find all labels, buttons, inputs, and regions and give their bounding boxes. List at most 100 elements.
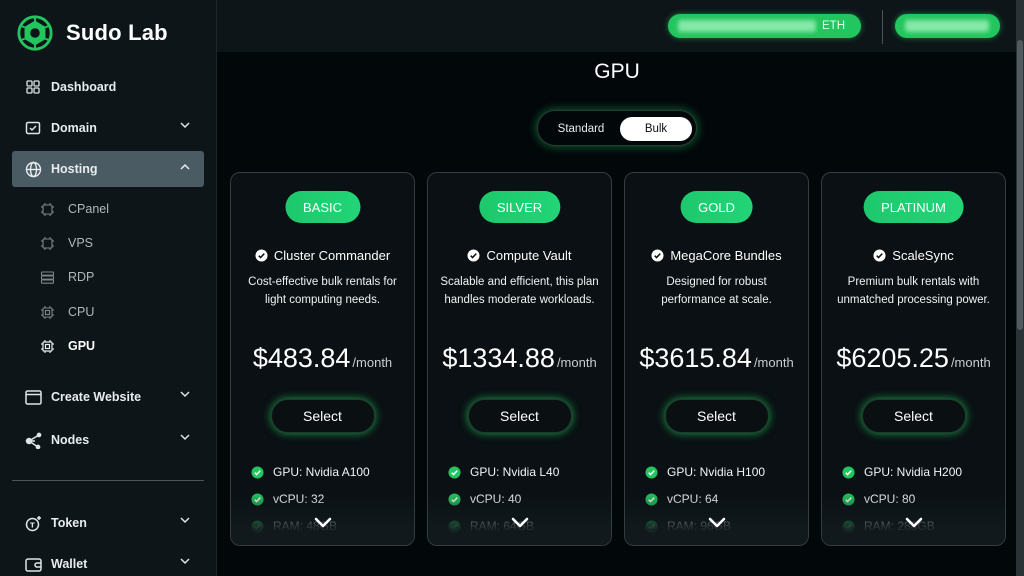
chevron-down-icon [180,434,190,441]
sidebar-item-dashboard[interactable]: Dashboard [12,69,204,105]
chevron-down-icon [180,517,190,524]
check-circle-icon [251,465,264,479]
plan-price: $6205.25/month [822,343,1005,374]
toggle-option-standard[interactable]: Standard [546,117,616,141]
chevron-down-icon[interactable] [314,517,332,529]
feature-item: GPU: Nvidia A100 [251,465,370,479]
plan-name-row: ScaleSync [822,248,1005,263]
sidebar-item-wallet[interactable]: Wallet [12,546,204,576]
plan-description: Premium bulk rentals with unmatched proc… [837,276,990,306]
sidebar: Sudo Lab Dashboard Domain Hosting CPanel… [0,0,217,576]
feature-item: GPU: Nvidia L40 [448,465,559,479]
page-title: GPU [594,60,640,83]
wallet-icon [24,555,42,573]
price-period: /month [753,355,794,370]
sidebar-subitem-label: VPS [68,236,94,250]
select-button[interactable]: Select [270,399,375,433]
check-circle-icon [842,465,855,479]
domain-check-icon [24,119,42,137]
chip-icon [41,236,54,250]
balance-value-redacted [678,20,816,32]
feature-item: GPU: Nvidia H200 [842,465,962,479]
check-circle-icon [448,465,461,479]
sidebar-item-domain[interactable]: Domain [12,110,204,146]
sidebar-divider [12,480,204,481]
sidebar-subitem-label: GPU [68,339,96,353]
price-period: /month [556,355,597,370]
plan-price: $483.84/month [231,343,414,374]
chevron-down-icon[interactable] [511,517,529,529]
price-amount: $6205.25 [836,343,949,373]
wallet-address-pill[interactable] [895,14,1000,38]
sidebar-subitem-label: RDP [68,270,95,284]
server-icon [40,270,55,284]
plan-name-row: MegaCore Bundles [625,248,808,263]
price-period: /month [352,355,393,370]
toggle-option-bulk[interactable]: Bulk [620,117,692,141]
chevron-down-icon[interactable] [905,517,923,529]
plan-name-row: Compute Vault [428,248,611,263]
chevron-down-icon [180,391,190,398]
sidebar-item-label: Domain [51,121,97,135]
verified-badge-icon [651,249,664,262]
grid-icon [24,78,42,96]
topbar-separator [882,10,883,44]
sidebar-item-label: Create Website [51,390,142,404]
select-button[interactable]: Select [664,399,769,433]
tier-badge: PLATINUM [863,191,964,223]
plan-card-gold: GOLD MegaCore Bundles Designed for robus… [624,172,809,546]
sidebar-item-create-website[interactable]: Create Website [12,379,204,415]
price-amount: $3615.84 [639,343,752,373]
feature-label: GPU: Nvidia H200 [864,465,963,479]
plan-type-toggle[interactable]: Standard Bulk [537,110,697,146]
feature-item: GPU: Nvidia H100 [645,465,765,479]
browser-window-icon [24,388,42,406]
feature-label: GPU: Nvidia H100 [667,465,766,479]
sidebar-subitem-label: CPU [68,305,95,319]
nodes-icon [24,431,42,449]
chip-icon [41,339,54,353]
wallet-address-redacted [905,20,989,32]
plan-price: $1334.88/month [428,343,611,374]
sidebar-item-label: Dashboard [51,80,117,94]
select-button[interactable]: Select [861,399,966,433]
eth-balance-pill[interactable]: ETH [668,14,861,38]
plan-name: Cluster Commander [273,248,391,263]
plan-card-silver: SILVER Compute Vault Scalable and effici… [427,172,612,546]
scrollbar[interactable] [1016,0,1024,576]
sidebar-item-label: Token [51,516,87,530]
plan-description: Cost-effective bulk rentals for light co… [248,276,397,306]
sidebar-subitem-vps[interactable]: VPS [40,232,93,254]
plan-price: $3615.84/month [625,343,808,374]
price-period: /month [950,355,991,370]
sidebar-item-label: Wallet [51,557,88,571]
sidebar-subitem-cpanel[interactable]: CPanel [40,198,109,220]
sidebar-item-hosting[interactable]: Hosting [12,151,204,187]
plan-name: ScaleSync [892,248,954,263]
svg-text:T: T [30,521,35,529]
logo-icon [17,15,53,51]
chevron-down-icon [180,558,190,565]
sidebar-item-nodes[interactable]: Nodes [12,422,204,458]
plan-card-platinum: PLATINUM ScaleSync Premium bulk rentals … [821,172,1006,546]
tier-badge: SILVER [478,191,561,223]
sidebar-item-label: Hosting [51,162,98,176]
select-button[interactable]: Select [467,399,572,433]
hosting-globe-icon [24,160,42,178]
sidebar-item-token[interactable]: T Token [12,505,204,541]
chevron-up-icon [180,163,190,170]
chevron-down-icon[interactable] [708,517,726,529]
plan-name: MegaCore Bundles [670,248,782,263]
app-name: Sudo Lab [66,20,168,45]
sidebar-subitem-rdp[interactable]: RDP [40,266,94,288]
sidebar-subitem-cpu[interactable]: CPU [40,301,94,323]
sidebar-subitem-gpu[interactable]: GPU [40,335,95,357]
tier-badge: GOLD [680,191,753,223]
logo[interactable]: Sudo Lab [16,14,168,52]
token-icon: T [24,514,42,532]
scrollbar-thumb[interactable] [1017,40,1023,330]
chip-icon [41,202,54,216]
chevron-down-icon [180,122,190,129]
plan-card-basic: BASIC Cluster Commander Cost-effective b… [230,172,415,546]
check-circle-icon [645,465,658,479]
